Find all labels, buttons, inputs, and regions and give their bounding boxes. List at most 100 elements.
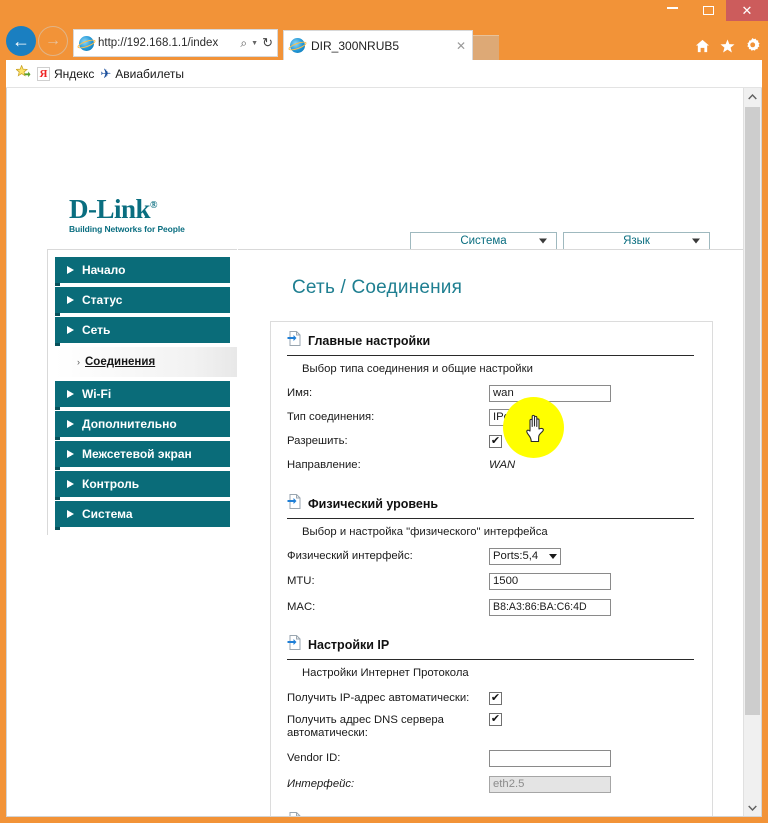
document-arrow-icon xyxy=(287,635,301,655)
section-description: Выбор типа соединения и общие настройки xyxy=(302,363,533,375)
field-label: Получить адрес DNS сервера автоматически… xyxy=(287,714,444,739)
connection-type-value: IPoE xyxy=(493,410,518,423)
section-title: Разное xyxy=(308,815,352,816)
arrow-right-icon xyxy=(67,450,74,458)
scroll-up-button[interactable] xyxy=(744,88,761,105)
field-row-auto-ip: Получить IP-адрес автоматически: ✔ xyxy=(287,685,712,711)
arrow-right-icon xyxy=(67,420,74,428)
field-label: MAC: xyxy=(287,601,316,613)
field-row-direction: Направление: WAN xyxy=(287,453,712,477)
sidebar-item-label: Система xyxy=(82,507,133,521)
connection-type-select[interactable]: IPoE xyxy=(489,408,551,426)
sidebar-item-system[interactable]: Система xyxy=(55,501,230,530)
favorite-aviabilety[interactable]: ✈ Авиабилеты xyxy=(100,66,184,82)
favorite-yandex[interactable]: Я Яндекс xyxy=(37,66,94,81)
scroll-down-button[interactable] xyxy=(744,799,761,816)
forward-arrow-icon: → xyxy=(45,32,61,49)
logo-text: D-Link xyxy=(69,194,151,224)
maximize-button[interactable] xyxy=(690,0,726,21)
physical-interface-select[interactable]: Ports:5,4 xyxy=(489,547,561,565)
minimize-button[interactable] xyxy=(654,0,690,21)
field-row-vendor-id: Vendor ID: xyxy=(287,745,712,771)
sidebar-item-advanced[interactable]: Дополнительно xyxy=(55,411,230,440)
vertical-scrollbar[interactable] xyxy=(743,88,761,816)
sidebar-item-firewall[interactable]: Межсетевой экран xyxy=(55,441,230,470)
menu-language[interactable]: Язык xyxy=(563,232,710,250)
field-label: MTU: xyxy=(287,575,315,587)
section-description: Выбор и настройка "физического" интерфей… xyxy=(302,526,548,538)
forward-button[interactable]: → xyxy=(38,26,68,56)
scrollbar-track[interactable] xyxy=(744,105,761,799)
home-icon[interactable] xyxy=(695,39,710,53)
document-arrow-icon xyxy=(287,494,301,514)
field-row-enable: Разрешить: ✔ xyxy=(287,429,712,453)
auto-ip-checkbox[interactable]: ✔ xyxy=(489,691,502,705)
sidebar-item-network[interactable]: Сеть xyxy=(55,317,230,346)
chevron-down-icon xyxy=(539,238,547,244)
enable-checkbox[interactable]: ✔ xyxy=(489,434,502,448)
field-label: Физический интерфейс: xyxy=(287,550,413,562)
arrow-right-icon xyxy=(67,326,74,334)
browser-tab[interactable]: DIR_300NRUB5 ✕ xyxy=(283,30,473,60)
menu-system-label: Система xyxy=(460,235,507,247)
browser-tool-icons xyxy=(695,38,760,53)
airplane-icon: ✈ xyxy=(100,65,112,81)
arrow-right-icon xyxy=(67,480,74,488)
sidebar-item-label: Межсетевой экран xyxy=(82,447,192,461)
chevron-down-icon[interactable]: ▼ xyxy=(251,40,258,47)
add-favorite-icon[interactable] xyxy=(15,64,31,82)
section-description: Настройки Интернет Протокола xyxy=(302,667,469,679)
section-title: Настройки IP xyxy=(308,638,390,652)
favorite-label: Авиабилеты xyxy=(115,66,184,81)
mtu-input[interactable]: 1500 xyxy=(489,572,611,590)
navigation-bar: ← → http://192.168.1.1/index ⌕ ▼ ↻ DIR_3… xyxy=(0,21,768,60)
back-arrow-icon: ← xyxy=(12,30,30,51)
sidebar-item-label: Дополнительно xyxy=(82,417,177,431)
sidebar-item-status[interactable]: Статус xyxy=(55,287,230,316)
sidebar-item-label: Wi-Fi xyxy=(82,387,112,401)
sidebar-item-connections[interactable]: › Соединения xyxy=(55,347,237,377)
interface-input: eth2.5 xyxy=(489,775,611,793)
refresh-icon[interactable]: ↻ xyxy=(262,35,273,51)
sidebar-item-home[interactable]: Начало xyxy=(55,257,230,286)
field-label: Получить IP-адрес автоматически: xyxy=(287,692,470,704)
tab-close-icon[interactable]: ✕ xyxy=(456,39,466,53)
new-tab-button[interactable] xyxy=(473,35,499,60)
arrow-right-icon xyxy=(67,296,74,304)
close-window-button[interactable]: ✕ xyxy=(726,0,768,21)
sidebar-item-control[interactable]: Контроль xyxy=(55,471,230,500)
field-row-mtu: MTU: 1500 xyxy=(287,568,712,594)
ie-logo-icon xyxy=(79,35,94,51)
section-header-ip-settings: Настройки IP xyxy=(287,626,694,660)
mac-input[interactable]: B8:A3:86:BA:C6:4D xyxy=(489,598,611,616)
field-row-interface: Интерфейс: eth2.5 xyxy=(287,771,712,797)
arrow-right-icon xyxy=(67,390,74,398)
star-icon[interactable] xyxy=(720,38,735,53)
field-label: Разрешить: xyxy=(287,435,348,447)
sidebar-item-label: Контроль xyxy=(82,477,140,491)
top-menu-bar: Система Язык xyxy=(410,232,710,250)
menu-system[interactable]: Система xyxy=(410,232,557,250)
back-button[interactable]: ← xyxy=(6,26,36,56)
sidebar-item-label: Статус xyxy=(82,293,123,307)
page-viewport: D-Link® Building Networks for People Сис… xyxy=(6,88,762,817)
address-bar[interactable]: http://192.168.1.1/index ⌕ ▼ ↻ xyxy=(73,29,278,57)
scrollbar-thumb[interactable] xyxy=(745,107,760,715)
logo-tagline: Building Networks for People xyxy=(69,224,185,234)
sidebar-item-label: Начало xyxy=(82,263,126,277)
menu-language-label: Язык xyxy=(623,235,650,247)
logo-registered-icon: ® xyxy=(150,200,158,211)
section-header-main-settings: Главные настройки xyxy=(287,322,694,356)
name-input[interactable]: wan xyxy=(489,384,611,402)
gear-icon[interactable] xyxy=(745,38,760,53)
search-icon[interactable]: ⌕ xyxy=(240,36,247,51)
section-title: Физический уровень xyxy=(308,497,439,511)
vendor-id-input[interactable] xyxy=(489,749,611,767)
auto-dns-checkbox[interactable]: ✔ xyxy=(489,713,502,726)
sidebar-item-wifi[interactable]: Wi-Fi xyxy=(55,381,230,410)
chevron-down-icon xyxy=(549,553,557,559)
tab-strip: DIR_300NRUB5 ✕ xyxy=(283,30,499,60)
browser-window: ✕ ← → http://192.168.1.1/index ⌕ ▼ ↻ DIR… xyxy=(0,0,768,823)
title-bar: ✕ xyxy=(0,0,768,21)
page-title: Сеть / Соединения xyxy=(292,277,463,298)
